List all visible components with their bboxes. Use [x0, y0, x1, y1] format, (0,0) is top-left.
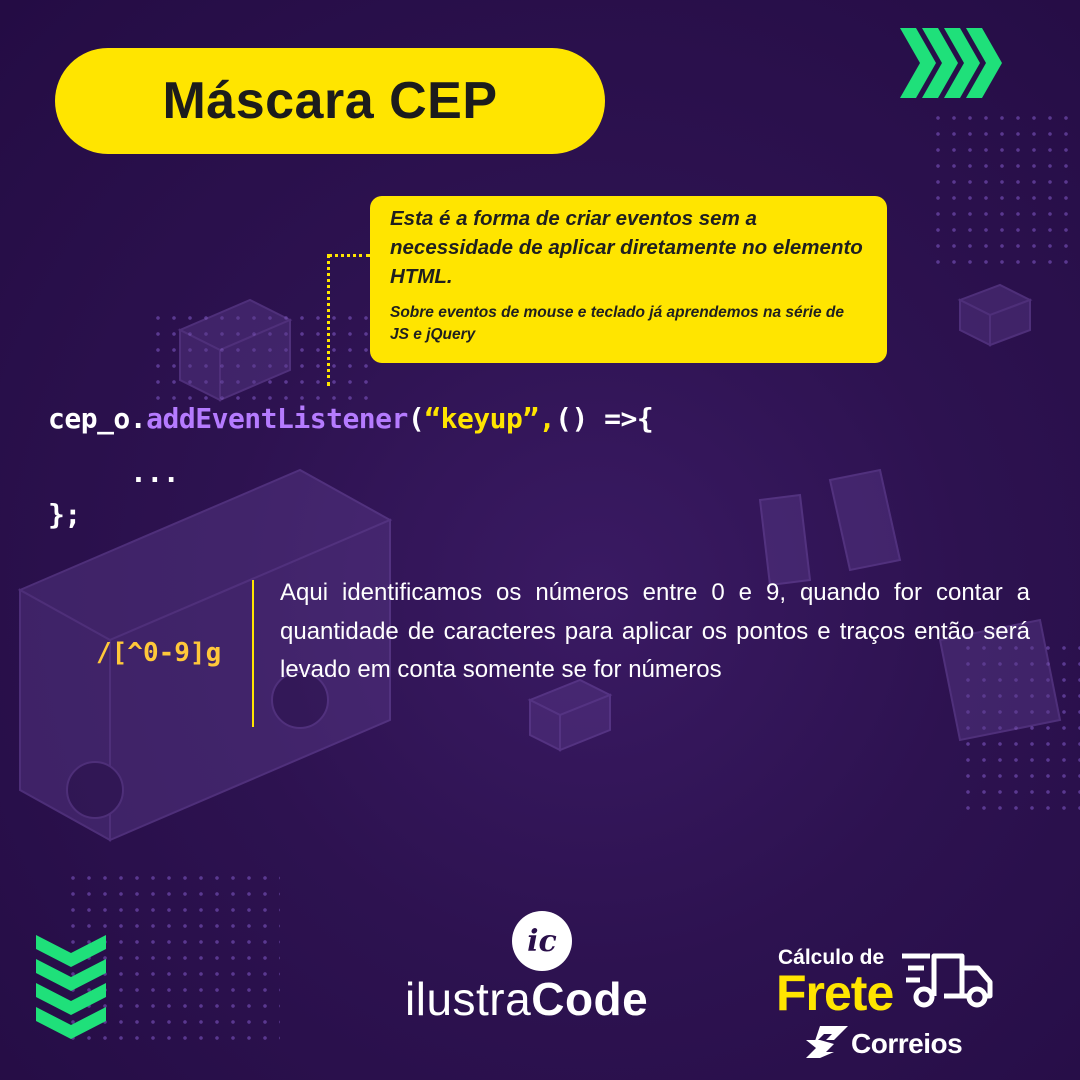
code-method: addEventListener [146, 402, 408, 435]
post-canvas: Máscara CEP Esta é a forma de criar even… [0, 0, 1080, 1080]
brand-wordmark: ilustraCode [405, 972, 648, 1026]
callout-sub-text: Sobre eventos de mouse e teclado já apre… [390, 304, 844, 343]
code-arrow: () =>{ [555, 402, 654, 435]
callout-connector-vertical [327, 254, 330, 386]
chevrons-down-icon [36, 935, 106, 1039]
code-variable: cep_o. [48, 402, 147, 435]
code-open-paren: ( [407, 402, 425, 435]
code-line-1: cep_o.addEventListener(“keyup”,() =>{ [48, 402, 654, 435]
brand-logo-badge: ic [512, 911, 572, 971]
code-line-3: }; [48, 498, 81, 531]
chevrons-right-icon [900, 28, 1002, 98]
truck-icon [902, 953, 993, 1008]
callout-note: Esta é a forma de criar eventos sem a ne… [370, 196, 887, 363]
brand-logo-initials: ic [527, 923, 557, 959]
regex-label: /[^0-9]g [96, 638, 222, 668]
title-pill: Máscara CEP [55, 48, 605, 154]
brand-word-light: ilustra [405, 973, 532, 1025]
divider-line [252, 580, 254, 727]
brand-word-bold: Code [531, 973, 649, 1025]
correios-logo-icon [806, 1026, 848, 1058]
correios-wordmark: Correios [851, 1028, 963, 1059]
regex-description: Aqui identificamos os números entre 0 e … [280, 579, 1030, 683]
callout-main-text: Esta é a forma de criar eventos sem a ne… [390, 207, 863, 288]
page-title: Máscara CEP [162, 72, 498, 130]
code-string: “keyup”, [424, 402, 556, 435]
frete-title: Frete [776, 965, 894, 1021]
callout-connector-horizontal [328, 254, 370, 257]
code-line-2: ... [130, 456, 180, 489]
